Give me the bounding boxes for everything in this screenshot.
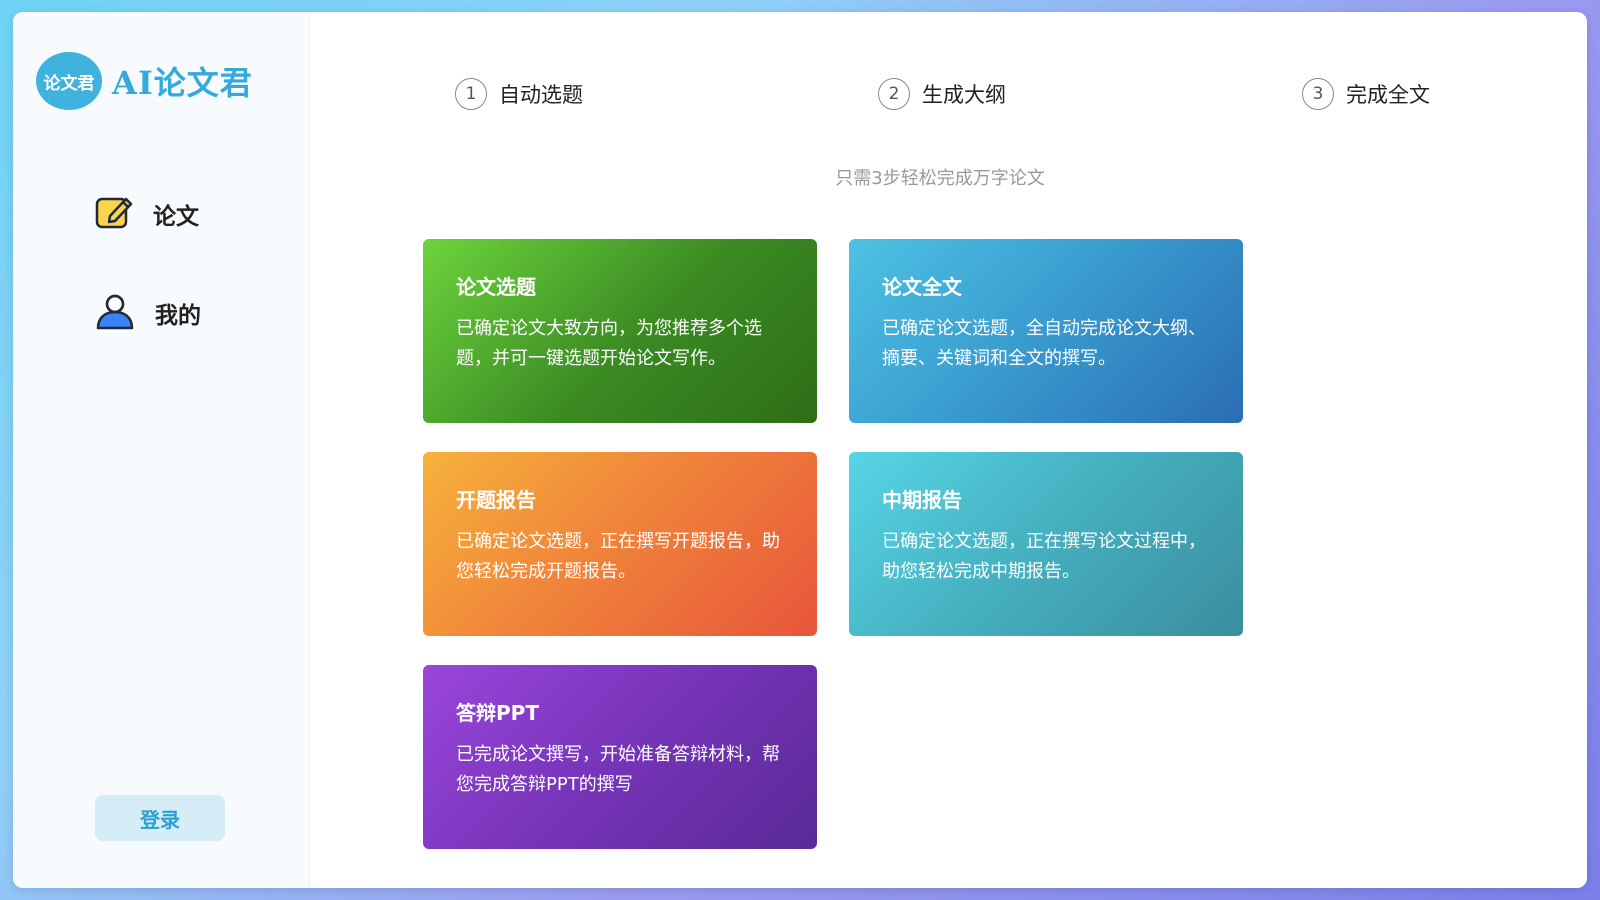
card-description: 已确定论文选题，正在撰写开题报告，助您轻松完成开题报告。 [456, 531, 780, 582]
card-title: 中期报告 [882, 488, 962, 512]
card-description: 已确定论文选题，全自动完成论文大纲、摘要、关键词和全文的撰写。 [882, 318, 1206, 369]
card-title: 答辩PPT [456, 701, 539, 725]
sidebar-item-mine[interactable]: 我的 [95, 292, 201, 334]
step-label: 生成大纲 [922, 83, 1006, 107]
sidebar-item-label: 我的 [155, 303, 201, 329]
step-indicator: 1 自动选题 2 生成大纲 3 完成全文 [309, 78, 1587, 112]
card-full-paper[interactable]: 论文全文 已确定论文选题，全自动完成论文大纲、摘要、关键词和全文的撰写。 [849, 239, 1243, 423]
main-content: 1 自动选题 2 生成大纲 3 完成全文 只需3步轻松完成万字论文 论文选题 已… [309, 12, 1587, 888]
sidebar-item-paper[interactable]: 论文 [95, 194, 199, 234]
sidebar-item-label: 论文 [153, 204, 199, 230]
card-description: 已确定论文大致方向，为您推荐多个选题，并可一键选题开始论文写作。 [456, 318, 762, 369]
card-description: 已确定论文选题，正在撰写论文过程中，助您轻松完成中期报告。 [882, 531, 1206, 582]
card-defense-ppt[interactable]: 答辩PPT 已完成论文撰写，开始准备答辩材料，帮您完成答辩PPT的撰写 [423, 665, 817, 849]
step-number: 2 [878, 78, 910, 110]
step-2: 2 生成大纲 [878, 78, 1006, 110]
edit-paper-icon [95, 194, 133, 234]
step-label: 自动选题 [499, 83, 583, 107]
card-topic-selection[interactable]: 论文选题 已确定论文大致方向，为您推荐多个选题，并可一键选题开始论文写作。 [423, 239, 817, 423]
login-button[interactable]: 登录 [95, 795, 225, 841]
card-midterm-report[interactable]: 中期报告 已确定论文选题，正在撰写论文过程中，助您轻松完成中期报告。 [849, 452, 1243, 636]
step-label: 完成全文 [1346, 83, 1430, 107]
brand-logo[interactable]: 论文君 AI论文君 [36, 52, 253, 110]
card-title: 论文全文 [882, 275, 962, 299]
brand-name: AI论文君 [112, 64, 253, 102]
sidebar: 论文君 AI论文君 论文 我的 登录 [13, 12, 310, 888]
page-subtitle: 只需3步轻松完成万字论文 [835, 168, 1045, 189]
step-1: 1 自动选题 [455, 78, 583, 110]
card-title: 开题报告 [456, 488, 536, 512]
card-description: 已完成论文撰写，开始准备答辩材料，帮您完成答辩PPT的撰写 [456, 744, 780, 795]
step-number: 1 [455, 78, 487, 110]
app-window: 论文君 AI论文君 论文 我的 登录 1 自动选题 2 生成大纲 3 完成全文 … [13, 12, 1587, 888]
card-title: 论文选题 [456, 275, 536, 299]
card-proposal-report[interactable]: 开题报告 已确定论文选题，正在撰写开题报告，助您轻松完成开题报告。 [423, 452, 817, 636]
step-3: 3 完成全文 [1302, 78, 1430, 110]
brand-badge: 论文君 [36, 52, 102, 110]
user-icon [95, 292, 135, 334]
step-number: 3 [1302, 78, 1334, 110]
